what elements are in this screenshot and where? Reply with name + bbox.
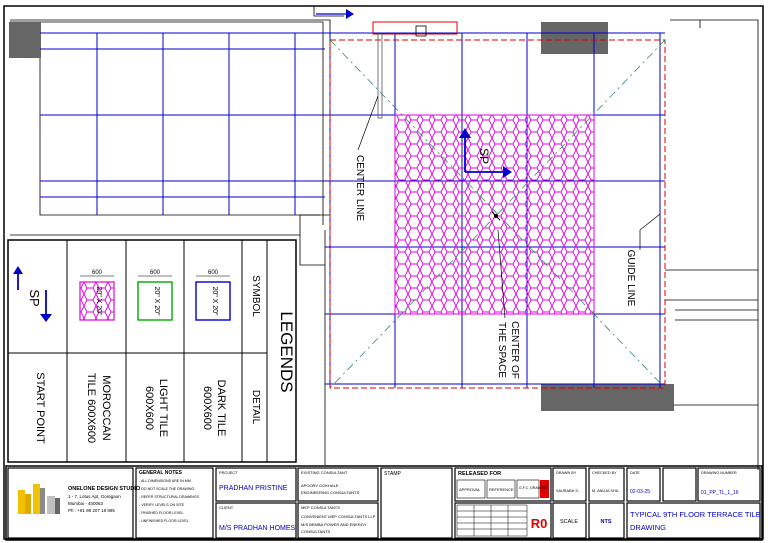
legend-dark-detail-1: DARK TILE: [215, 380, 227, 437]
north-arrow-top: [316, 9, 354, 19]
door-frame: [372, 21, 458, 35]
mep-consultant-2: M/S BEMBA POWER AND ENERGY: [301, 522, 367, 527]
column-block-left: [9, 22, 41, 58]
general-notes-title: GENERAL NOTES: [139, 470, 183, 476]
mep-consultant-label: MEP CONSULTANTS: [301, 505, 340, 510]
client-label: CLIENT: [219, 505, 234, 510]
revision-table: [456, 504, 528, 537]
client-name: M/S PRADHAN HOMES: [219, 525, 296, 532]
legend-light-detail-2: 600X600: [143, 386, 155, 430]
stamp-label: STAMP: [384, 471, 402, 477]
note-line: - FINISHED FLOOR LEVEL: [139, 511, 184, 515]
existing-consultant-label: EXISTING CONSULTANT: [301, 470, 348, 475]
date-value: 02-03-25: [630, 489, 650, 495]
legend-dark-size: 20" X 20": [211, 286, 218, 316]
revision-code: R0: [531, 516, 548, 531]
legend-moroccan-dim: 600: [92, 270, 103, 276]
drawing-title-1: TYPICAL 9TH FLOOR TERRACE TILE: [630, 510, 761, 519]
legend-moroccan-detail-2: TILE 600X600: [85, 373, 97, 443]
drawing-number-value: 01_PP_TL_1_16: [701, 490, 739, 496]
center-line-label: CENTER LINE: [354, 155, 365, 221]
studio-logo: [18, 484, 60, 514]
drawing-title-2: DRAWING: [630, 523, 666, 532]
released-gfc: G.F.C. DRAWING: [519, 486, 548, 490]
released-for-label: RELEASED FOR: [458, 471, 501, 477]
mep-consultant-1: CONVENIENT MEP CONSULTANTS LLP: [301, 514, 376, 519]
legend-dark-detail-2: 600X600: [201, 386, 213, 430]
studio-address-1: 1 - 7, Lotus Apt, Goregaon: [68, 494, 121, 499]
note-line: - UNFINISHED FLOOR LEVEL: [139, 519, 189, 523]
legend-light-dim: 600: [150, 270, 161, 276]
existing-consultant-1: APOORV GOKHALE: [301, 483, 339, 488]
checked-by-label: CHECKED BY: [592, 471, 617, 475]
legend-col-symbol: SYMBOL: [250, 275, 261, 317]
center-space-label-2: THE SPACE: [496, 322, 507, 378]
legend-light-detail-1: LIGHT TILE: [157, 379, 169, 437]
mep-consultant-3: CONSULTANTS: [301, 529, 331, 534]
legend-title: LEGENDS: [277, 311, 296, 392]
note-line: - REFER STRUCTURAL DRAWINGS: [139, 495, 200, 499]
drawn-by-value: SAURABH S.: [556, 489, 579, 493]
project-name: PRADHAN PRISTINE: [219, 485, 288, 492]
checked-by-value: M. ANUJA SHIL: [592, 489, 619, 493]
legend-sp-symbol: SP: [27, 289, 42, 306]
legend-moroccan-size: 20" X 20": [95, 286, 102, 316]
released-reference: REFERENCE: [489, 487, 514, 492]
legend-dark-dim: 600: [208, 270, 219, 276]
studio-address-2: Mumbai - 400063: [68, 501, 104, 506]
scale-label: SCALE: [560, 519, 578, 525]
project-label: PROJECT: [219, 470, 238, 475]
legend-light-size: 20" X 20": [153, 286, 160, 316]
plan-sp-label: SP: [477, 148, 491, 164]
studio-name: ONELONE DESIGN STUDIO: [68, 486, 141, 492]
note-line: - VERIFY LEVELS ON SITE: [139, 503, 185, 507]
existing-consultant-2: ENGINEERING CONSULTANTS: [301, 490, 360, 495]
drawing-number-label: DRAWING NUMBER: [701, 471, 737, 475]
center-space-label-1: CENTER OF: [509, 321, 520, 379]
column-block-top: [541, 22, 608, 54]
released-approval: APPROVAL: [459, 487, 481, 492]
general-notes-list: - ALL DIMENSIONS ARE IN MM - DO NOT SCAL…: [139, 479, 200, 523]
legend-moroccan-detail-1: MOROCCAN: [100, 375, 112, 440]
door-leaf: [377, 33, 383, 119]
guide-line-label: GUIDE LINE: [625, 250, 636, 307]
legend-col-detail: DETAIL: [250, 390, 261, 425]
note-line: - DO NOT SCALE THE DRAWING: [139, 487, 194, 491]
studio-phone: Ph : +91 98 207 18 995: [68, 508, 115, 513]
legend-start-point-detail: START POINT: [34, 372, 46, 444]
date-label: DATE: [630, 471, 640, 475]
note-line: - ALL DIMENSIONS ARE IN MM: [139, 479, 191, 483]
floor-tile-drawing: SP CENTER LINE GUIDE LINE CENTER OF THE …: [3, 5, 764, 541]
scale-value: NTS: [601, 519, 612, 525]
drawn-by-label: DRAWN BY: [556, 471, 577, 475]
